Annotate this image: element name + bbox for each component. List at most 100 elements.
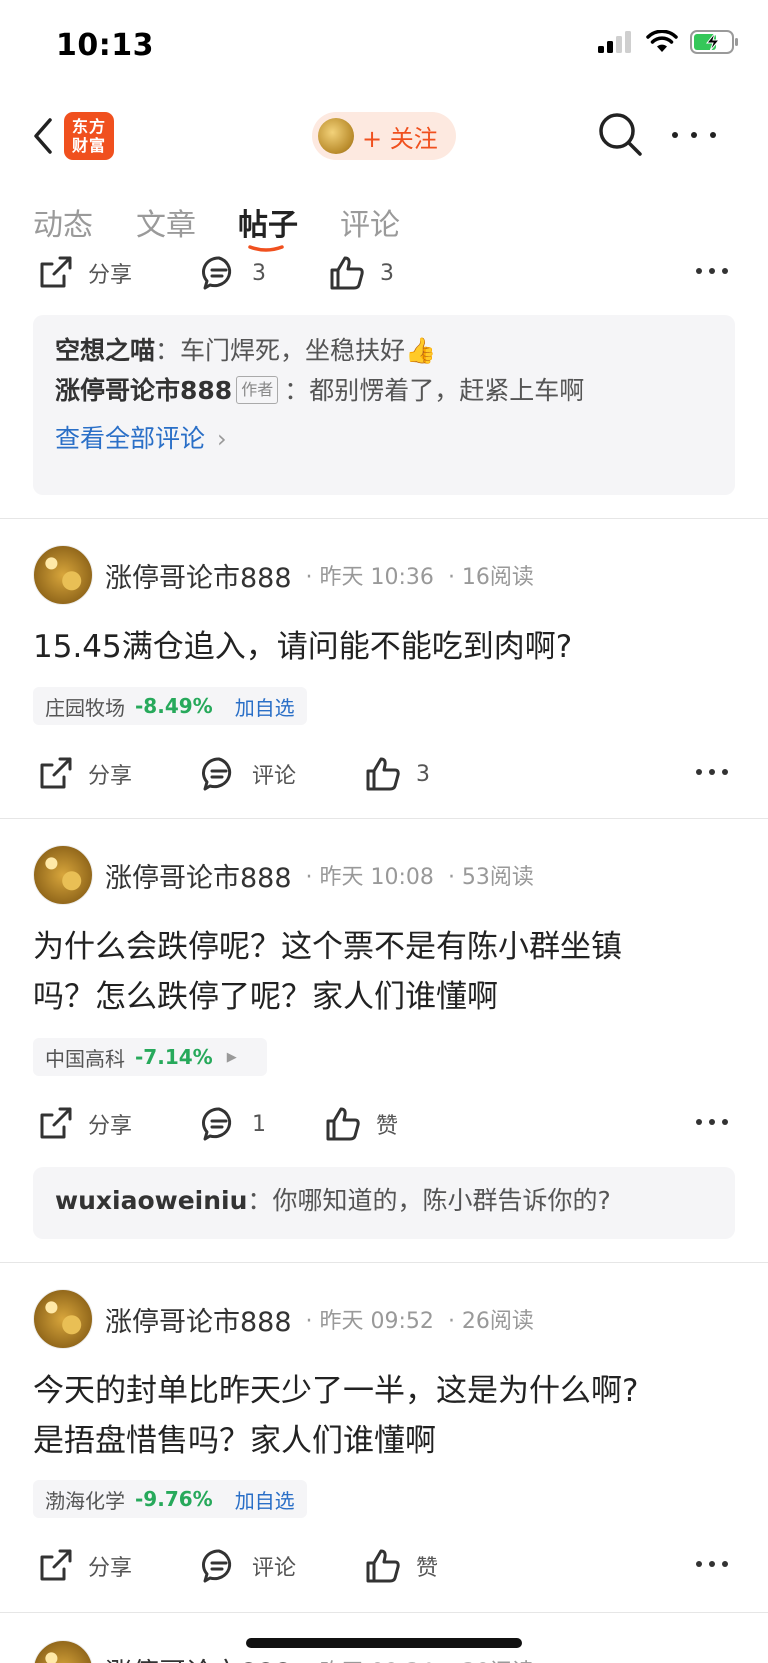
chevron-right-icon: › bbox=[216, 425, 227, 453]
battery-charging-icon bbox=[690, 30, 738, 54]
share-icon bbox=[40, 1549, 72, 1581]
cellular-signal-icon bbox=[598, 31, 631, 53]
like-label: 赞 bbox=[376, 1114, 399, 1139]
follow-button[interactable]: + 关注 bbox=[312, 112, 456, 160]
share-icon bbox=[40, 1107, 72, 1139]
add-watchlist-link[interactable]: 加自选 bbox=[235, 1485, 295, 1514]
author-name[interactable]: 涨停哥论市888 bbox=[105, 1651, 292, 1663]
stock-name: 庄园牧场 bbox=[45, 695, 125, 720]
read-count: · 26阅读 bbox=[447, 1309, 534, 1334]
wifi-icon bbox=[646, 30, 678, 52]
like-button[interactable]: 3 bbox=[364, 749, 430, 799]
stock-tag[interactable]: 中国高科 -7.14% ▶ bbox=[33, 1038, 267, 1076]
like-button[interactable]: 赞 bbox=[324, 1099, 398, 1149]
comment-count: 1 bbox=[252, 1111, 266, 1137]
post-header: 涨停哥论市888 · 昨天 10:08 · 53阅读 bbox=[33, 845, 534, 905]
thumbs-up-icon bbox=[330, 256, 364, 290]
tab-articles[interactable]: 文章 bbox=[136, 200, 196, 244]
post-action-bar: 分享 3 3 bbox=[0, 248, 768, 298]
author-name[interactable]: 涨停哥论市888 bbox=[105, 1300, 292, 1339]
comment-icon bbox=[202, 256, 232, 290]
tab-posts[interactable]: 帖子 bbox=[238, 200, 298, 244]
post-time: · 昨天 10:08 bbox=[305, 865, 434, 890]
add-watchlist-link[interactable]: 加自选 bbox=[235, 692, 295, 721]
post-header: 涨停哥论市888 · 昨天 09:52 · 26阅读 bbox=[33, 1289, 534, 1349]
post-title-line: 是捂盘惜售吗？家人们谁懂啊 bbox=[33, 1423, 436, 1459]
post-time: · 昨天 10:36 bbox=[305, 565, 434, 590]
post-title-line: 为什么会跌停呢？这个票不是有陈小群坐镇 bbox=[33, 929, 622, 965]
read-count: · 30阅读 bbox=[448, 1654, 534, 1663]
post-more-icon[interactable] bbox=[696, 1561, 728, 1569]
comment-user[interactable]: 空想之喵 bbox=[55, 336, 155, 365]
comment-button[interactable]: 3 bbox=[200, 248, 266, 298]
share-button[interactable]: 分享 bbox=[36, 1099, 132, 1149]
tab-bar: 动态 文章 帖子 评论 bbox=[0, 190, 768, 254]
tab-comments[interactable]: 评论 bbox=[340, 200, 400, 244]
comment-label: 评论 bbox=[252, 1556, 297, 1581]
comment-label: 评论 bbox=[252, 764, 297, 789]
divider bbox=[0, 518, 768, 519]
avatar[interactable] bbox=[33, 545, 93, 605]
stock-name: 中国高科 bbox=[45, 1046, 125, 1071]
stock-tag[interactable]: 庄园牧场 -8.49% 加自选 bbox=[33, 687, 307, 725]
post-title[interactable]: 为什么会跌停呢？这个票不是有陈小群坐镇 吗？怎么跌停了呢？家人们谁懂啊 bbox=[33, 922, 733, 1022]
comment-user[interactable]: 涨停哥论市888 bbox=[55, 376, 232, 405]
app-logo-line2: 财富 bbox=[71, 136, 106, 155]
post-time: · 昨天 09:52 bbox=[305, 1309, 434, 1334]
share-label: 分享 bbox=[88, 1556, 133, 1581]
comment-item[interactable]: 涨停哥论市888 作者 ：都别愣着了，赶紧上车啊 bbox=[55, 371, 713, 411]
home-indicator[interactable] bbox=[246, 1638, 522, 1648]
avatar[interactable] bbox=[33, 1289, 93, 1349]
post-title[interactable]: 15.45满仓追入，请问能不能吃到肉啊? bbox=[33, 622, 733, 672]
share-label: 分享 bbox=[88, 764, 133, 789]
author-name[interactable]: 涨停哥论市888 bbox=[105, 856, 292, 895]
comment-separator: ： bbox=[247, 1186, 273, 1215]
author-tag: 作者 bbox=[236, 376, 279, 404]
comment-button[interactable]: 评论 bbox=[200, 749, 296, 799]
avatar[interactable] bbox=[33, 845, 93, 905]
avatar[interactable] bbox=[33, 1640, 93, 1663]
like-button[interactable]: 3 bbox=[328, 248, 394, 298]
view-all-label: 查看全部评论 bbox=[55, 424, 206, 453]
share-button[interactable]: 分享 bbox=[36, 248, 132, 298]
comment-item[interactable]: wuxiaoweiniu：你哪知道的，陈小群告诉你的? bbox=[55, 1181, 713, 1221]
read-count: · 53阅读 bbox=[447, 865, 534, 890]
play-arrow-icon: ▶ bbox=[226, 1049, 237, 1065]
comment-count: 3 bbox=[252, 260, 266, 286]
comment-item[interactable]: 空想之喵：车门焊死，坐稳扶好👍 bbox=[55, 331, 713, 371]
stock-change: -7.14% bbox=[135, 1045, 213, 1069]
like-button[interactable]: 赞 bbox=[364, 1541, 438, 1591]
app-logo[interactable]: 东方 财富 bbox=[64, 112, 114, 160]
search-icon[interactable] bbox=[596, 110, 644, 158]
post-action-bar: 分享 评论 赞 bbox=[0, 1541, 768, 1591]
share-button[interactable]: 分享 bbox=[36, 749, 132, 799]
comment-icon bbox=[202, 757, 232, 791]
stock-change: -8.49% bbox=[135, 694, 213, 718]
comment-icon bbox=[202, 1549, 232, 1583]
post-title-line: 吗？怎么跌停了呢？家人们谁懂啊 bbox=[33, 979, 498, 1015]
share-icon bbox=[40, 256, 72, 288]
comment-user[interactable]: wuxiaoweiniu bbox=[55, 1186, 247, 1215]
more-options-icon[interactable] bbox=[672, 122, 716, 148]
share-button[interactable]: 分享 bbox=[36, 1541, 132, 1591]
back-arrow-icon[interactable] bbox=[28, 114, 58, 158]
post-more-icon[interactable] bbox=[696, 268, 728, 276]
comment-icon bbox=[202, 1107, 232, 1141]
post-time: · 昨天 09:34 bbox=[306, 1654, 434, 1663]
post-more-icon[interactable] bbox=[696, 769, 728, 777]
post-title[interactable]: 今天的封单比昨天少了一半，这是为什么啊? 是捂盘惜售吗？家人们谁懂啊 bbox=[33, 1366, 733, 1466]
comment-button[interactable]: 1 bbox=[200, 1099, 266, 1149]
author-name[interactable]: 涨停哥论市888 bbox=[105, 556, 292, 595]
comment-preview-box: 空想之喵：车门焊死，坐稳扶好👍 涨停哥论市888 作者 ：都别愣着了，赶紧上车啊 查… bbox=[33, 315, 735, 495]
thumbs-up-icon bbox=[326, 1107, 360, 1141]
post-more-icon[interactable] bbox=[696, 1119, 728, 1127]
share-icon bbox=[40, 757, 72, 789]
status-bar: 10:13 bbox=[0, 0, 768, 96]
tab-dynamics[interactable]: 动态 bbox=[33, 200, 93, 244]
post-action-bar: 分享 1 赞 bbox=[0, 1099, 768, 1149]
comment-button[interactable]: 评论 bbox=[200, 1541, 296, 1591]
like-count: 3 bbox=[380, 260, 394, 286]
stock-tag[interactable]: 渤海化学 -9.76% 加自选 bbox=[33, 1480, 307, 1518]
comment-text: 车门焊死，坐稳扶好👍 bbox=[180, 336, 437, 365]
view-all-comments-link[interactable]: 查看全部评论 › bbox=[55, 417, 713, 461]
